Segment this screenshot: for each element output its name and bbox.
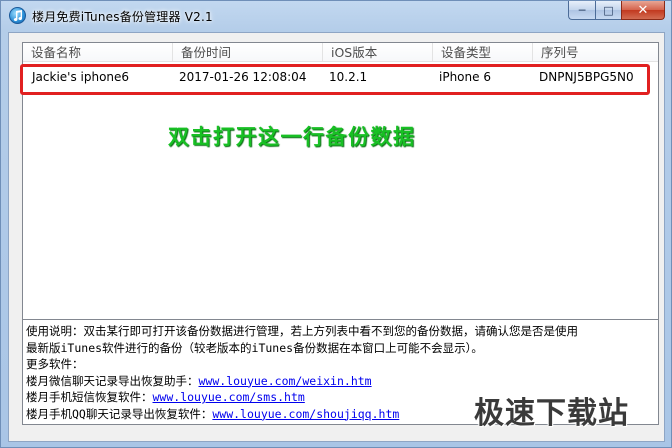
cell-backup-time: 2017-01-26 12:08:04 (179, 70, 307, 84)
link-weixin[interactable]: www.louyue.com/weixin.htm (199, 374, 372, 388)
link-line-weixin: 楼月微信聊天记录导出恢复助手：www.louyue.com/weixin.htm (26, 373, 658, 390)
minimize-icon: ─ (578, 3, 586, 17)
backup-list[interactable]: 设备名称 备份时间 iOS版本 设备类型 序列号 Jackie's iphone… (20, 42, 659, 344)
link-label-sms: 楼月手机短信恢复软件： (26, 390, 153, 404)
itunes-music-note-icon (9, 7, 26, 24)
minimize-button[interactable]: ─ (568, 1, 595, 20)
maximize-icon: □ (603, 3, 614, 17)
column-header-backup-time[interactable]: 备份时间 (173, 43, 323, 62)
close-button[interactable]: ✕ (621, 1, 665, 20)
column-header-device-type[interactable]: 设备类型 (433, 43, 533, 62)
cell-device-name: Jackie's iphone6 (32, 70, 130, 84)
help-line-2: 最新版iTunes软件进行的备份（较老版本的iTunes备份数据在本窗口上可能不… (26, 340, 483, 355)
help-line-1: 使用说明：双击某行即可打开该备份数据进行管理，若上方列表中看不到您的备份数据，请… (26, 324, 578, 338)
client-area: 设备名称 备份时间 iOS版本 设备类型 序列号 Jackie's iphone… (8, 32, 665, 442)
column-header-device-name[interactable]: 设备名称 (23, 43, 173, 62)
cell-ios-version: 10.2.1 (329, 70, 368, 84)
title-bar[interactable]: 楼月免费iTunes备份管理器 V2.1 ─ □ ✕ (1, 1, 671, 31)
column-header-serial[interactable]: 序列号 (533, 43, 658, 62)
help-line-3: 更多软件： (26, 357, 84, 371)
watermark: 极速下载站 (474, 396, 629, 431)
list-header: 设备名称 备份时间 iOS版本 设备类型 序列号 (23, 43, 658, 62)
link-label-weixin: 楼月微信聊天记录导出恢复助手： (26, 373, 199, 388)
link-shoujiqq[interactable]: www.louyue.com/shoujiqq.htm (212, 407, 399, 421)
cell-serial: DNPNJ5BPG5N0 (539, 70, 634, 84)
maximize-button[interactable]: □ (595, 1, 621, 20)
cell-device-type: iPhone 6 (439, 70, 491, 84)
link-sms[interactable]: www.louyue.com/sms.htm (153, 390, 305, 404)
table-row[interactable]: Jackie's iphone6 2017-01-26 12:08:04 10.… (26, 66, 653, 88)
annotation-text: 双击打开这一行备份数据 (168, 125, 416, 149)
link-label-shoujiqq: 楼月手机QQ聊天记录导出恢复软件： (26, 406, 213, 421)
window-title: 楼月免费iTunes备份管理器 V2.1 (32, 10, 213, 24)
column-header-ios-version[interactable]: iOS版本 (323, 43, 433, 62)
window-controls: ─ □ ✕ (568, 1, 665, 20)
close-icon: ✕ (637, 2, 649, 18)
app-window: 楼月免费iTunes备份管理器 V2.1 ─ □ ✕ 设备名称 备份时间 iOS… (0, 0, 672, 448)
